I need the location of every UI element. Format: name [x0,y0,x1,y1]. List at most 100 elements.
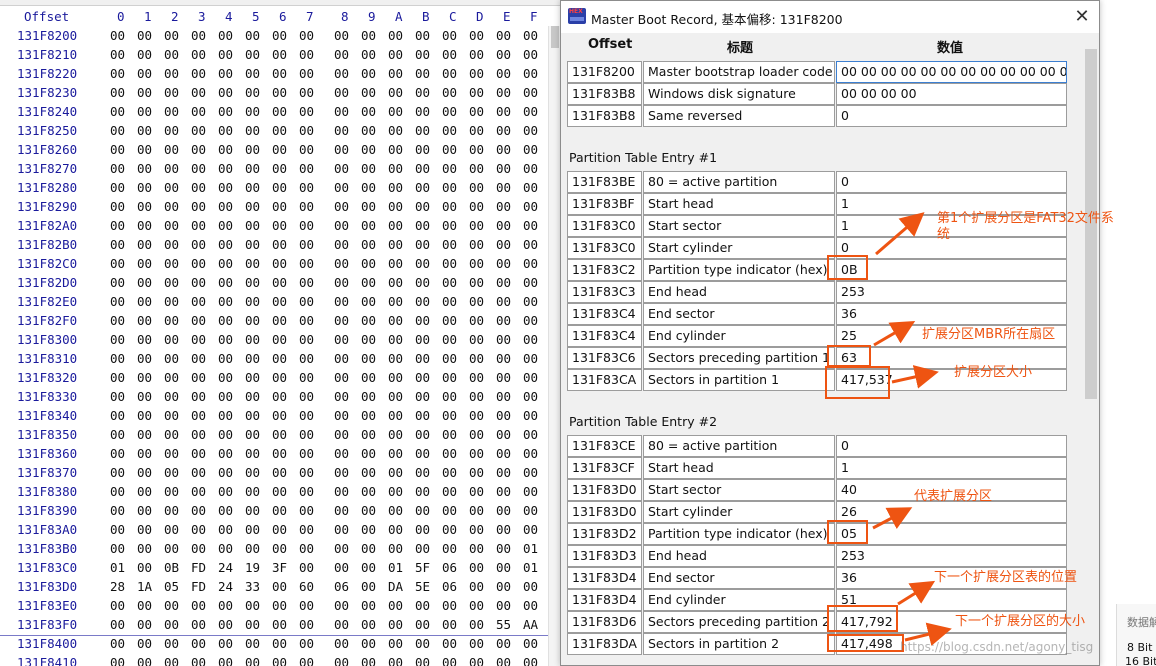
hex-row[interactable]: 131F8410 00 00 00 00 00 00 00 00 00 00 00 00 00 00 00 00 [0,653,560,666]
hex-byte[interactable]: 00 [110,368,125,387]
hex-byte[interactable]: 00 [164,254,179,273]
hex-byte[interactable]: 00 [191,482,206,501]
hex-byte[interactable]: 00 [137,45,152,64]
hex-byte[interactable]: 00 [469,254,484,273]
hex-byte[interactable]: 00 [388,387,403,406]
hex-byte[interactable]: 00 [110,216,125,235]
hex-byte[interactable]: 00 [361,216,376,235]
hex-byte[interactable]: 00 [218,425,233,444]
hex-byte[interactable]: 00 [218,121,233,140]
hex-row[interactable]: 131F82D0 00 00 00 00 00 00 00 00 00 00 00 00 00 00 00 00 [0,273,560,292]
hex-byte[interactable]: 00 [361,197,376,216]
hex-byte[interactable]: 00 [218,83,233,102]
hex-byte[interactable]: 00 [245,273,260,292]
hex-byte[interactable]: 00 [110,159,125,178]
hex-byte[interactable]: 24 [218,577,233,596]
hex-byte[interactable]: 00 [442,444,457,463]
hex-byte[interactable]: 00 [469,216,484,235]
hex-byte[interactable]: 00 [469,292,484,311]
close-icon[interactable]: ✕ [1070,5,1094,29]
hex-byte[interactable]: 00 [218,653,233,666]
hex-byte[interactable]: 00 [334,273,349,292]
hex-byte[interactable]: 00 [442,349,457,368]
hex-byte[interactable]: 00 [442,102,457,121]
hex-byte[interactable]: 00 [110,444,125,463]
hex-byte[interactable]: 00 [334,444,349,463]
hex-byte[interactable]: 00 [245,349,260,368]
hex-byte[interactable]: 00 [299,425,314,444]
hex-byte[interactable]: 00 [415,653,430,666]
hex-byte[interactable]: 00 [415,254,430,273]
hex-byte[interactable]: 00 [388,482,403,501]
hex-byte[interactable]: 00 [361,235,376,254]
hex-byte[interactable]: 00 [272,121,287,140]
hex-row[interactable]: 131F82F0 00 00 00 00 00 00 00 00 00 00 00 00 00 00 00 00 [0,311,560,330]
hex-byte[interactable]: 00 [218,406,233,425]
hex-byte[interactable]: 00 [110,615,125,634]
hex-row[interactable]: 131F8320 00 00 00 00 00 00 00 00 00 00 00 00 00 00 00 00 [0,368,560,387]
hex-byte[interactable]: 00 [388,425,403,444]
hex-byte[interactable]: 00 [442,292,457,311]
hex-byte[interactable]: 00 [218,159,233,178]
hex-byte[interactable]: 00 [469,596,484,615]
hex-byte[interactable]: 00 [272,596,287,615]
hex-byte[interactable]: 00 [272,463,287,482]
hex-byte[interactable]: 00 [334,311,349,330]
hex-byte[interactable]: 00 [361,273,376,292]
hex-byte[interactable]: 00 [334,596,349,615]
hex-byte[interactable]: 00 [523,311,538,330]
hex-byte[interactable]: 00 [272,254,287,273]
hex-byte[interactable]: 00 [110,387,125,406]
hex-byte[interactable]: 00 [110,349,125,368]
hex-byte[interactable]: 00 [110,539,125,558]
hex-byte[interactable]: 00 [299,330,314,349]
hex-byte[interactable]: 00 [245,140,260,159]
hex-byte[interactable]: 00 [361,615,376,634]
hex-byte[interactable]: 00 [388,539,403,558]
hex-byte[interactable]: 00 [164,83,179,102]
hex-byte[interactable]: 00 [415,102,430,121]
hex-byte[interactable]: 00 [523,216,538,235]
hex-byte[interactable]: 00 [442,463,457,482]
hex-byte[interactable]: 00 [415,140,430,159]
hex-byte[interactable]: 00 [496,273,511,292]
hex-byte[interactable]: 00 [523,254,538,273]
hex-byte[interactable]: 00 [361,330,376,349]
hex-byte[interactable]: 00 [388,235,403,254]
hex-byte[interactable]: 00 [523,368,538,387]
hex-byte[interactable]: 00 [245,197,260,216]
hex-byte[interactable]: FD [191,577,206,596]
hex-byte[interactable]: 00 [164,444,179,463]
hex-byte[interactable]: 00 [361,425,376,444]
hex-byte[interactable]: 00 [523,387,538,406]
hex-byte[interactable]: 00 [523,197,538,216]
hex-byte[interactable]: 00 [245,368,260,387]
hex-byte[interactable]: 00 [361,178,376,197]
hex-byte[interactable]: 00 [299,102,314,121]
hex-byte[interactable]: 00 [388,159,403,178]
hex-byte[interactable]: 00 [137,406,152,425]
hex-byte[interactable]: 00 [415,539,430,558]
hex-byte[interactable]: 00 [334,292,349,311]
hex-byte[interactable]: 00 [191,45,206,64]
hex-byte[interactable]: 00 [496,387,511,406]
hex-byte[interactable]: 00 [334,368,349,387]
hex-byte[interactable]: 00 [523,463,538,482]
hex-byte[interactable]: 00 [361,368,376,387]
hex-byte[interactable]: 00 [272,349,287,368]
hex-byte[interactable]: 00 [442,197,457,216]
hex-byte[interactable]: 00 [388,26,403,45]
field-value-cell[interactable]: 1 [836,457,1067,479]
hex-byte[interactable]: 00 [164,482,179,501]
hex-byte[interactable]: 00 [110,178,125,197]
hex-byte[interactable]: 00 [299,444,314,463]
hex-byte[interactable]: 00 [361,349,376,368]
hex-byte[interactable]: 00 [218,292,233,311]
hex-byte[interactable]: 00 [361,45,376,64]
hex-byte[interactable]: 00 [334,349,349,368]
hex-byte[interactable]: 00 [218,216,233,235]
hex-byte[interactable]: 00 [299,26,314,45]
hex-byte[interactable]: 00 [191,387,206,406]
hex-byte[interactable]: 00 [388,501,403,520]
hex-byte[interactable]: 00 [496,311,511,330]
